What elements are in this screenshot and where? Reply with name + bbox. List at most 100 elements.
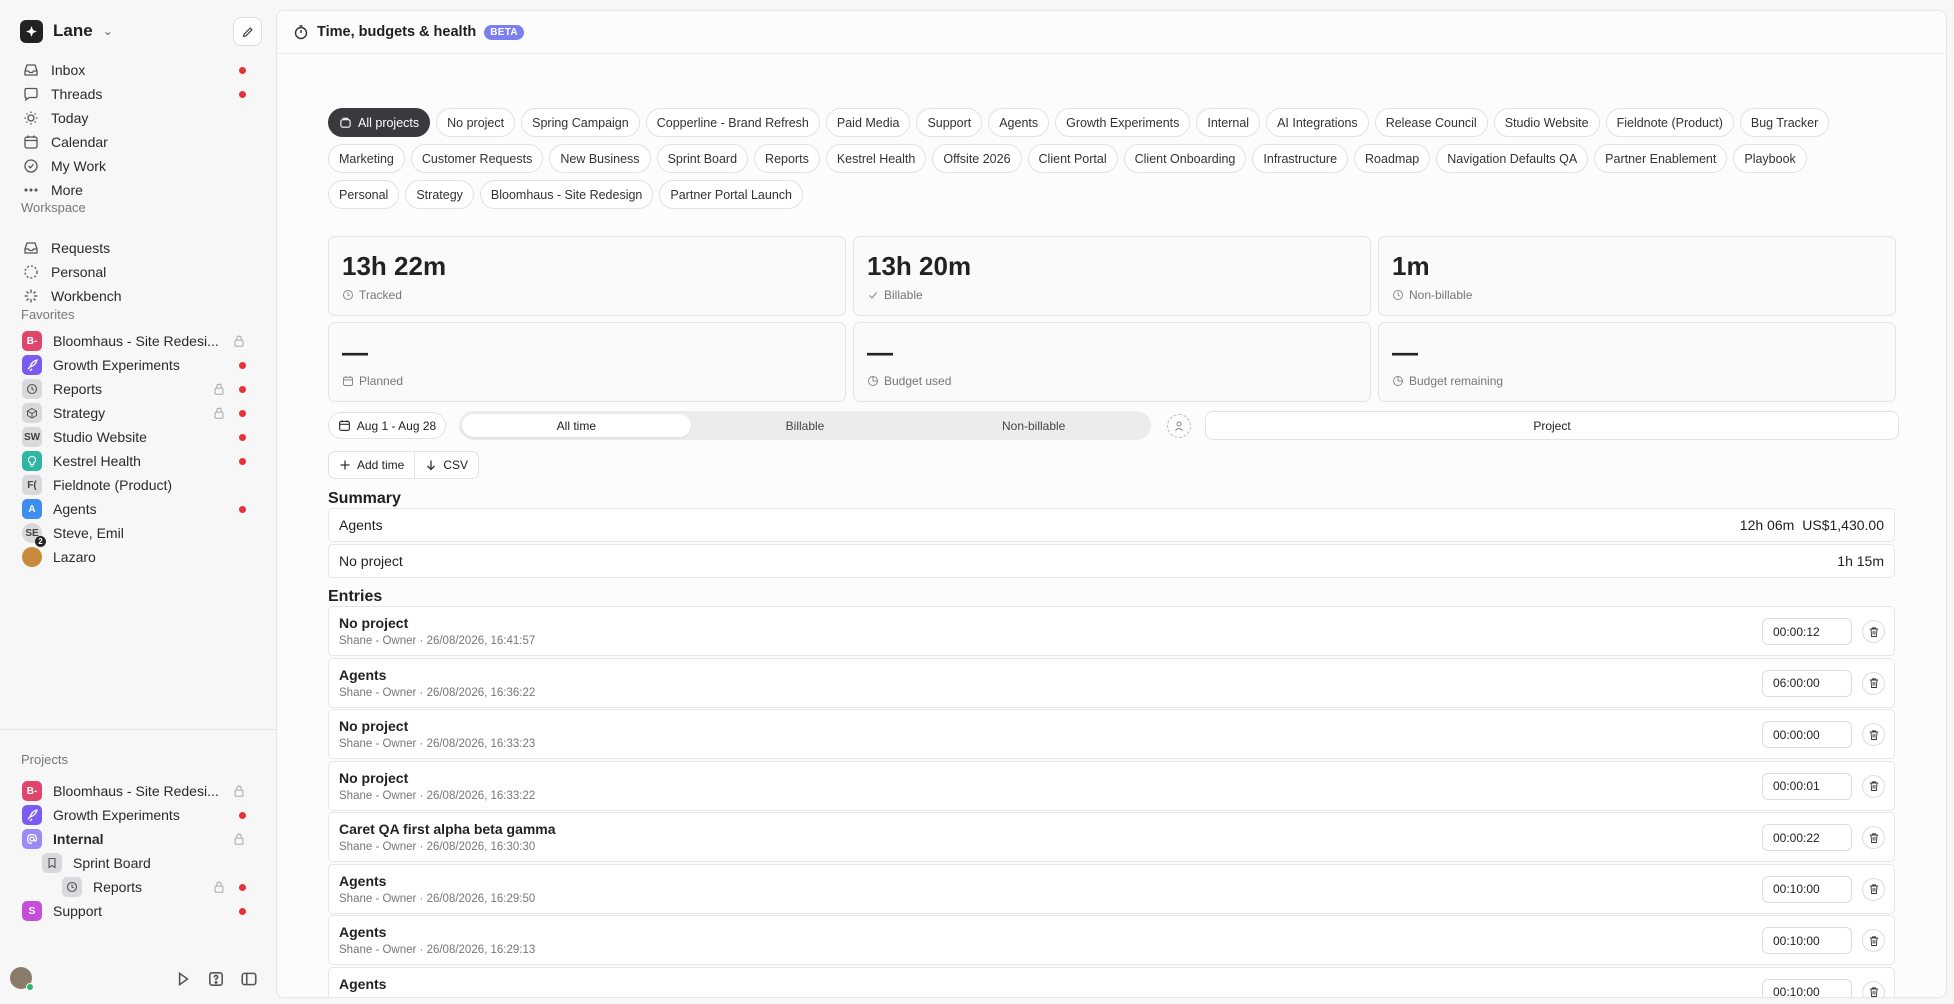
project-filter-chip[interactable]: Bloomhaus - Site Redesign	[479, 180, 654, 209]
chip-label: Fieldnote (Product)	[1616, 115, 1723, 130]
project-filter-chip[interactable]: Kestrel Health	[825, 144, 927, 173]
spark-icon	[24, 289, 38, 303]
user-avatar[interactable]	[10, 967, 34, 991]
chip-label: Offsite 2026	[943, 151, 1011, 166]
time-entry-row[interactable]: Agents Shane - Owner · 26/08/2026, 16:29…	[328, 863, 1895, 914]
summary-row[interactable]: Agents 12h 06m US$1,430.00	[328, 508, 1895, 542]
project-filter-chip[interactable]: Client Onboarding	[1123, 144, 1247, 173]
date-range-label: Aug 1 - Aug 28	[356, 418, 437, 433]
entry-duration-input[interactable]: 00:10:00	[1762, 978, 1852, 997]
project-filter-chip[interactable]: Growth Experiments	[1055, 108, 1191, 137]
delete-entry-button[interactable]	[1862, 774, 1885, 798]
entry-duration-input[interactable]: 00:10:00	[1762, 927, 1852, 954]
avatar: A	[22, 499, 42, 519]
entry-duration-input[interactable]: 06:00:00	[1762, 669, 1852, 697]
stat-value: —	[342, 337, 368, 367]
project-filter-chip[interactable]: All projects	[328, 108, 431, 137]
chip-label: Personal	[339, 187, 389, 202]
project-filter-chip[interactable]: AI Integrations	[1266, 108, 1369, 137]
project-filter-chip[interactable]: Fieldnote (Product)	[1605, 108, 1734, 137]
entry-duration-input[interactable]: 00:00:00	[1762, 721, 1852, 748]
unread-dot	[239, 434, 246, 441]
project-filter-chip[interactable]: Partner Enablement	[1594, 144, 1728, 173]
assignee-filter-button[interactable]	[1167, 414, 1191, 438]
summary-project: Agents	[339, 517, 383, 533]
project-filter-chip[interactable]: Reports	[754, 144, 820, 173]
project-filter-chip[interactable]: New Business	[549, 144, 651, 173]
entry-duration-input[interactable]: 00:00:01	[1762, 772, 1852, 800]
workspace-item-workbench[interactable]: Workbench	[12, 282, 264, 310]
entry-duration-input[interactable]: 00:10:00	[1762, 875, 1852, 903]
project-filter-chip[interactable]: Playbook	[1733, 144, 1807, 173]
unread-dot	[239, 812, 246, 819]
billing-option-billable[interactable]: Billable	[691, 414, 920, 437]
favorite-item[interactable]: Lazaro	[12, 543, 264, 571]
nav-item-label: My Work	[51, 158, 106, 174]
billing-option-non-billable[interactable]: Non-billable	[919, 414, 1148, 437]
project-filter-chip[interactable]: Copperline - Brand Refresh	[645, 108, 820, 137]
entry-duration-input[interactable]: 00:00:12	[1762, 618, 1852, 645]
nav-item-label: Threads	[51, 86, 103, 102]
project-filter-chip[interactable]: Roadmap	[1354, 144, 1431, 173]
delete-entry-button[interactable]	[1862, 929, 1885, 952]
compose-button[interactable]	[233, 17, 262, 46]
project-filter-chip[interactable]: No project	[436, 108, 516, 137]
project-filter-chip[interactable]: Client Portal	[1027, 144, 1118, 173]
project-filter-chip[interactable]: Support	[916, 108, 983, 137]
add-time-button[interactable]: Add time	[329, 452, 414, 478]
project-filter-chip[interactable]: Personal	[328, 180, 400, 209]
group-by-button[interactable]: Project	[1205, 411, 1899, 440]
project-filter-chip[interactable]: Navigation Defaults QA	[1436, 144, 1589, 173]
project-filter-chip[interactable]: Customer Requests	[410, 144, 544, 173]
project-filter-chip[interactable]: Bug Tracker	[1739, 108, 1830, 137]
sidebar-divider	[0, 729, 276, 730]
entry-duration-input[interactable]: 00:00:22	[1762, 824, 1852, 851]
project-filter-chip[interactable]: Release Council	[1374, 108, 1488, 137]
date-range-button[interactable]: Aug 1 - Aug 28	[328, 412, 446, 439]
time-entry-row[interactable]: Agents Shane - Owner · 26/08/2026, 16:36…	[328, 657, 1895, 708]
sidebar-toggle-icon[interactable]	[240, 970, 258, 988]
entry-meta: Shane - Owner · 26/08/2026, 16:29:13	[339, 944, 536, 956]
workspace-switcher[interactable]: Lane ⌄	[20, 19, 113, 43]
workspace-name: Lane	[53, 21, 93, 40]
project-filter-chip[interactable]: Studio Website	[1493, 108, 1600, 137]
delete-entry-button[interactable]	[1862, 826, 1885, 849]
summary-row[interactable]: No project 1h 15m	[328, 544, 1895, 578]
project-filter-chip[interactable]: Infrastructure	[1252, 144, 1349, 173]
play-icon[interactable]	[174, 970, 192, 988]
lock-icon	[234, 785, 244, 797]
csv-export-button[interactable]: CSV	[414, 452, 478, 478]
projects-section-label: Projects	[21, 752, 68, 767]
avatar: B-	[22, 781, 42, 801]
entry-title: Caret QA first alpha beta gamma	[339, 821, 556, 837]
delete-entry-button[interactable]	[1862, 877, 1885, 901]
time-entry-row[interactable]: No project Shane - Owner · 26/08/2026, 1…	[328, 709, 1895, 759]
time-entry-row[interactable]: Agents Shane - Owner · 26/08/2026, 16:29…	[328, 915, 1895, 965]
time-entry-row[interactable]: Agents 00:10:00	[328, 966, 1895, 997]
billing-option-all-time[interactable]: All time	[462, 414, 691, 437]
project-filter-chip[interactable]: Sprint Board	[656, 144, 749, 173]
unread-dot	[239, 884, 246, 891]
entry-meta: Shane - Owner · 26/08/2026, 16:33:22	[339, 789, 536, 802]
time-entry-row[interactable]: Caret QA first alpha beta gamma Shane - …	[328, 812, 1895, 862]
stat-value: —	[1392, 337, 1418, 367]
time-entry-row[interactable]: No project Shane - Owner · 26/08/2026, 1…	[328, 760, 1895, 811]
time-entry-row[interactable]: No project Shane - Owner · 26/08/2026, 1…	[328, 606, 1895, 656]
project-filter-chip[interactable]: Partner Portal Launch	[659, 180, 803, 209]
project-filter-chip[interactable]: Paid Media	[825, 108, 911, 137]
project-filter-chip[interactable]: Internal	[1196, 108, 1261, 137]
delete-entry-button[interactable]	[1862, 980, 1885, 997]
project-filter-chip[interactable]: Marketing	[328, 144, 405, 173]
help-icon[interactable]	[207, 970, 225, 988]
avatar-initials: SW	[23, 431, 41, 443]
project-filter-chip[interactable]: Strategy	[405, 180, 474, 209]
person-icon	[1175, 421, 1183, 431]
project-filter-chip[interactable]: Spring Campaign	[521, 108, 640, 137]
project-filter-chip[interactable]: Offsite 2026	[932, 144, 1022, 173]
chip-label: Infrastructure	[1263, 151, 1338, 166]
project-item[interactable]: S Support	[12, 897, 264, 925]
project-filter-chip[interactable]: Agents	[988, 108, 1050, 137]
delete-entry-button[interactable]	[1862, 723, 1885, 746]
delete-entry-button[interactable]	[1862, 671, 1885, 695]
delete-entry-button[interactable]	[1862, 620, 1885, 643]
